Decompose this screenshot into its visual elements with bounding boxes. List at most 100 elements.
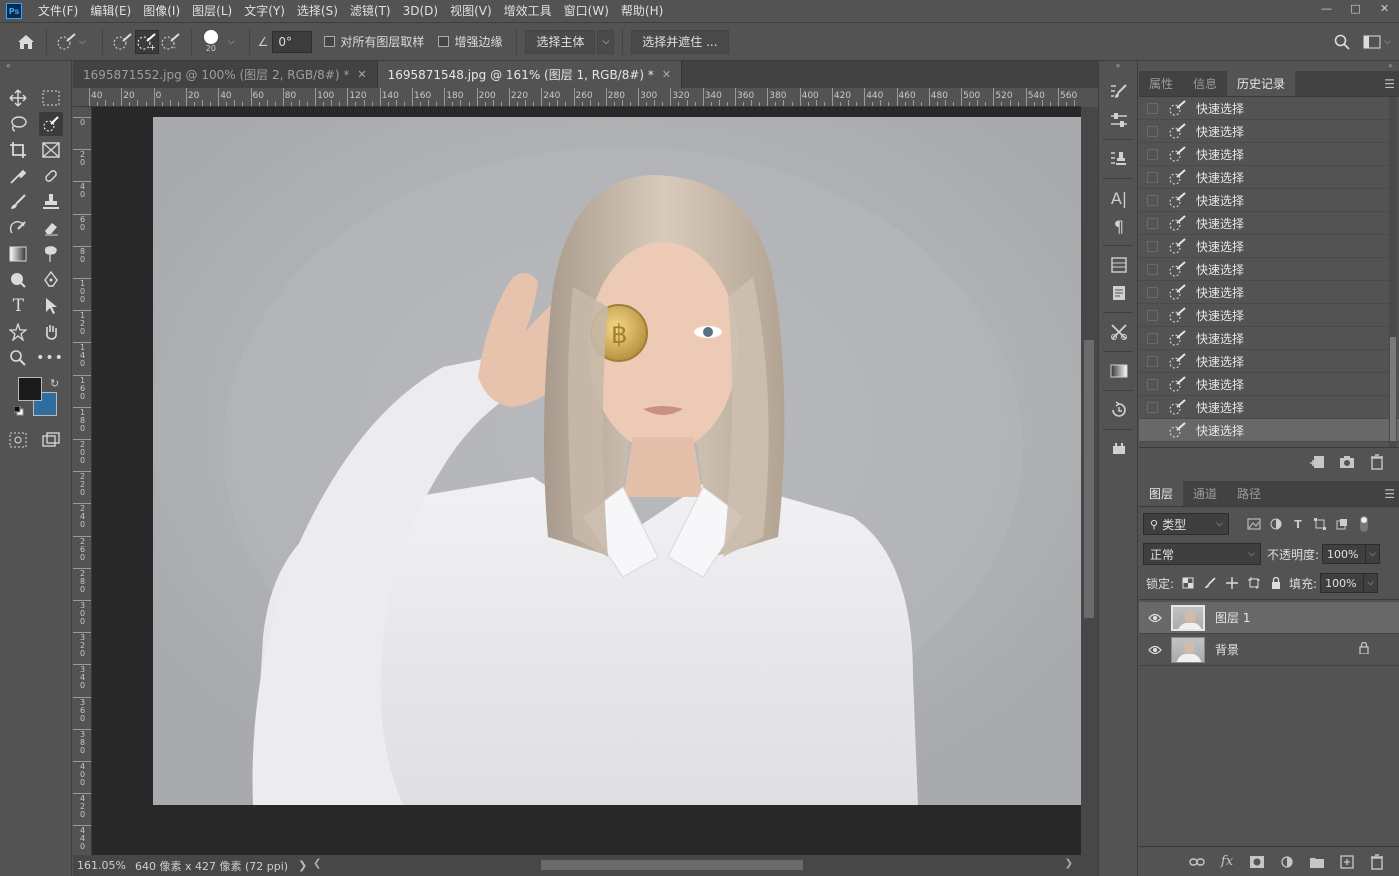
tool-presets-icon[interactable]	[1104, 319, 1134, 345]
select-subject-button[interactable]: 选择主体	[525, 29, 596, 54]
zoom-tool-icon[interactable]	[6, 346, 29, 370]
new-group-folder-icon[interactable]	[1305, 852, 1329, 872]
history-source-checkbox[interactable]	[1147, 378, 1158, 390]
fill-field[interactable]: 100%	[1320, 573, 1365, 593]
history-source-checkbox[interactable]	[1147, 102, 1158, 114]
tab-layers[interactable]: 图层	[1139, 481, 1184, 506]
horizontal-scrollbar[interactable]: ❮ ❯	[313, 858, 1073, 872]
history-state-row[interactable]: 快速选择	[1139, 396, 1399, 419]
menu-3d[interactable]: 3D(D)	[397, 0, 444, 22]
add-mask-icon[interactable]	[1245, 852, 1269, 872]
default-colors-icon[interactable]	[13, 405, 24, 416]
document-image[interactable]: ฿	[153, 117, 1081, 805]
history-state-row[interactable]: 快速选择	[1139, 212, 1399, 235]
brush-settings-icon[interactable]	[1104, 79, 1134, 105]
menu-window[interactable]: 窗口(W)	[558, 0, 615, 22]
gradients-panel-icon[interactable]	[1104, 358, 1134, 384]
maximize-icon[interactable]: □	[1341, 0, 1370, 16]
menu-type[interactable]: 文字(Y)	[238, 0, 291, 22]
history-brush-icon[interactable]	[6, 216, 31, 240]
select-and-mask-button[interactable]: 选择并遮住 ...	[631, 29, 729, 54]
history-state-row[interactable]: 快速选择	[1139, 189, 1399, 212]
lasso-tool-icon[interactable]	[6, 112, 31, 136]
history-scrollbar[interactable]	[1389, 97, 1397, 447]
history-source-checkbox[interactable]	[1147, 217, 1158, 229]
fill-slider-toggle[interactable]: ⌵	[1364, 573, 1379, 593]
tab-properties[interactable]: 属性	[1139, 71, 1183, 96]
notes-icon[interactable]	[1104, 280, 1134, 306]
history-source-checkbox[interactable]	[1147, 286, 1158, 298]
history-source-checkbox[interactable]	[1147, 401, 1158, 413]
minimize-icon[interactable]: —	[1312, 0, 1341, 16]
path-selection-icon[interactable]	[39, 294, 64, 318]
new-selection-icon[interactable]	[111, 30, 135, 54]
angle-field[interactable]: 0°	[272, 30, 313, 53]
menu-help[interactable]: 帮助(H)	[615, 0, 669, 22]
history-state-row[interactable]: 快速选择	[1139, 235, 1399, 258]
actions-panel-icon[interactable]	[1104, 436, 1134, 462]
visibility-eye-icon[interactable]	[1139, 645, 1171, 655]
tab-info[interactable]: 信息	[1183, 71, 1227, 96]
home-icon[interactable]	[14, 30, 38, 54]
vertical-scrollbar[interactable]	[1081, 107, 1098, 855]
type-layer-filter-icon[interactable]: T	[1287, 514, 1309, 534]
history-state-row[interactable]: 快速选择	[1139, 97, 1399, 120]
lock-transparent-pixels-icon[interactable]	[1177, 573, 1199, 593]
history-state-row[interactable]: 快速选择	[1139, 166, 1399, 189]
chevron-down-icon[interactable]: ⌵	[79, 37, 86, 47]
crop-tool-icon[interactable]	[6, 138, 31, 162]
chevron-down-icon[interactable]: ⌵	[228, 37, 235, 47]
search-icon[interactable]	[1330, 30, 1354, 54]
enhance-edge-checkbox[interactable]	[438, 36, 450, 47]
pixel-layer-filter-icon[interactable]	[1243, 514, 1265, 534]
history-scroll-thumb[interactable]	[1390, 337, 1396, 441]
new-document-from-state-icon[interactable]	[1305, 452, 1329, 472]
opacity-slider-toggle[interactable]: ⌵	[1366, 544, 1381, 564]
history-state-row[interactable]: 快速选择	[1139, 327, 1399, 350]
subtract-from-selection-icon[interactable]: -	[159, 30, 183, 54]
swap-colors-icon[interactable]: ↻	[50, 377, 59, 390]
hand-tool-icon[interactable]	[39, 320, 64, 344]
history-state-row[interactable]: 快速选择	[1139, 419, 1399, 442]
history-state-row[interactable]: 快速选择	[1139, 143, 1399, 166]
history-state-row[interactable]: 快速选择	[1139, 120, 1399, 143]
history-source-checkbox[interactable]	[1147, 148, 1158, 160]
clone-stamp-icon[interactable]	[39, 190, 64, 214]
adjustments-sliders-icon[interactable]	[1104, 107, 1134, 133]
close-icon[interactable]: ✕	[1370, 0, 1399, 16]
history-source-checkbox[interactable]	[1147, 240, 1158, 252]
history-source-checkbox[interactable]	[1147, 194, 1158, 206]
history-source-checkbox[interactable]	[1147, 171, 1158, 183]
history-source-checkbox[interactable]	[1147, 309, 1158, 321]
document-tab[interactable]: 1695871552.jpg @ 100% (图层 2, RGB/8#) * ✕	[73, 61, 378, 88]
marquee-tool-icon[interactable]	[39, 86, 64, 110]
quick-selection-preset-icon[interactable]	[55, 30, 79, 54]
character-panel-icon[interactable]: A|	[1104, 185, 1134, 211]
smart-object-filter-icon[interactable]	[1331, 514, 1353, 534]
link-layers-icon[interactable]	[1185, 852, 1209, 872]
lock-position-icon[interactable]	[1221, 573, 1243, 593]
clone-source-icon[interactable]	[1104, 146, 1134, 172]
chevron-down-icon[interactable]: ⌵	[1384, 37, 1391, 47]
menu-layer[interactable]: 图层(L)	[186, 0, 238, 22]
pen-tool-icon[interactable]	[39, 268, 64, 292]
menu-filter[interactable]: 滤镜(T)	[344, 0, 397, 22]
history-source-checkbox[interactable]	[1147, 332, 1158, 344]
filter-toggle-icon[interactable]	[1353, 514, 1375, 534]
brush-size-picker[interactable]: 20	[200, 30, 222, 53]
history-source-checkbox[interactable]	[1147, 263, 1158, 275]
scroll-left-icon[interactable]: ❮	[313, 858, 321, 869]
new-snapshot-icon[interactable]	[1335, 452, 1359, 472]
history-source-checkbox[interactable]	[1147, 355, 1158, 367]
new-layer-icon[interactable]	[1335, 852, 1359, 872]
collapse-panels-icon[interactable]: «	[1099, 61, 1137, 71]
collapse-right-panel-icon[interactable]: »	[1139, 61, 1399, 71]
opacity-field[interactable]: 100%	[1322, 544, 1367, 564]
move-tool-icon[interactable]	[6, 86, 31, 110]
document-tab-active[interactable]: 1695871548.jpg @ 161% (图层 1, RGB/8#) * ✕	[377, 61, 683, 88]
close-icon[interactable]: ✕	[662, 68, 671, 81]
tab-channels[interactable]: 通道	[1183, 481, 1227, 506]
spot-healing-brush-icon[interactable]	[39, 164, 64, 188]
tab-history[interactable]: 历史记录	[1227, 71, 1296, 96]
visibility-eye-icon[interactable]	[1139, 613, 1171, 623]
